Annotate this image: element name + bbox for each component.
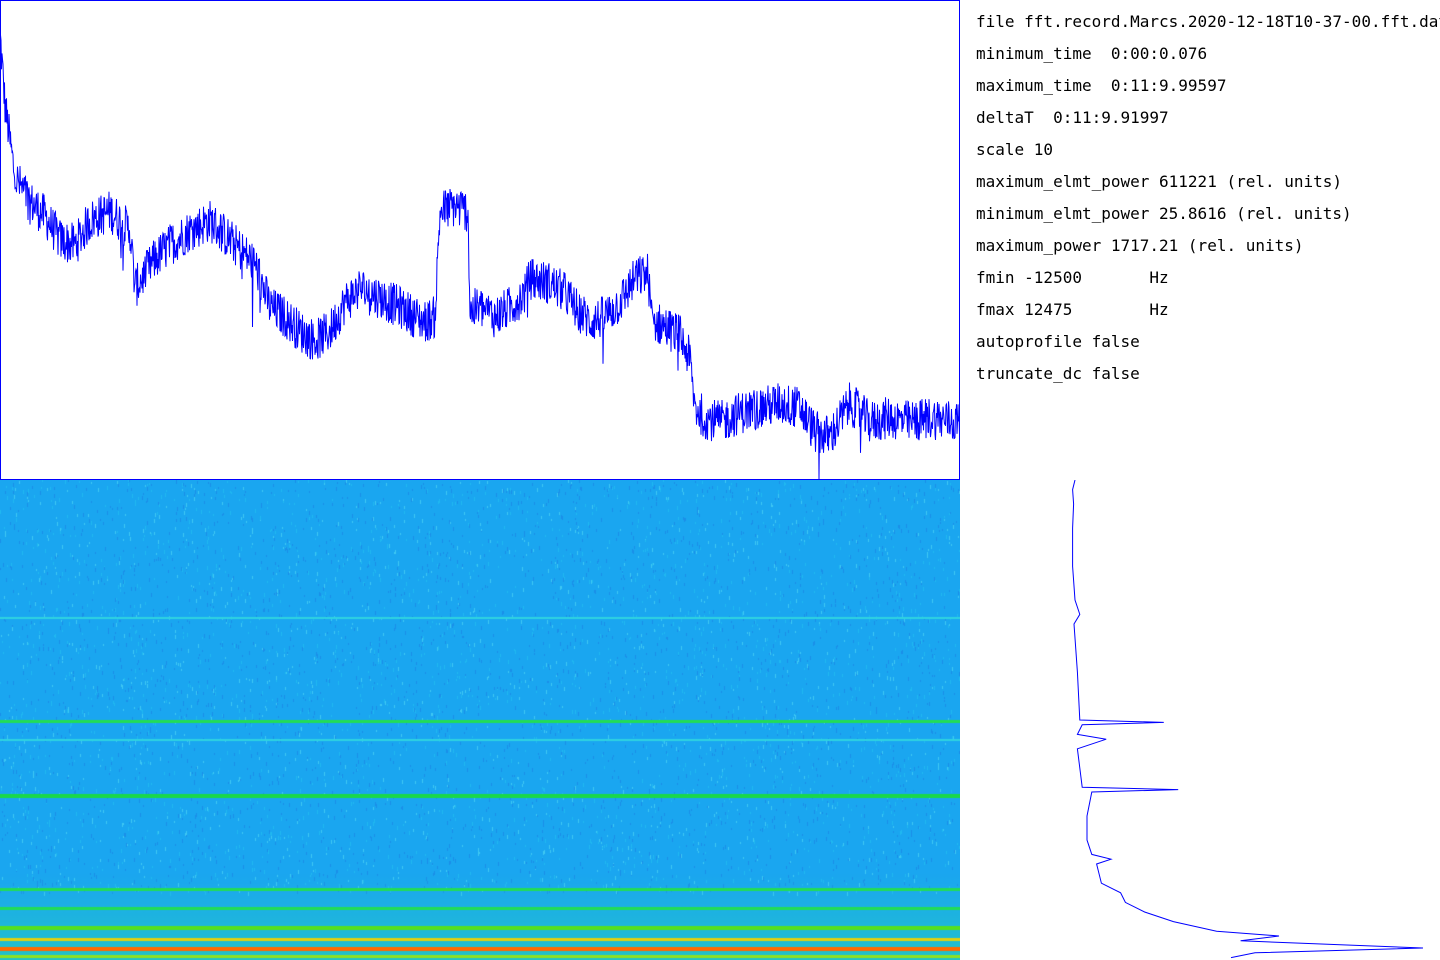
fmax-line: fmax 12475 Hz — [976, 300, 1169, 319]
delta-t-line: deltaT 0:11:9.91997 — [976, 108, 1169, 127]
file-line: file fft.record.Marcs.2020-12-18T10-37-0… — [976, 12, 1440, 31]
autoprofile-line: autoprofile false — [976, 332, 1140, 351]
total-power-chart — [0, 0, 960, 480]
frequency-profile-series-line — [1072, 480, 1424, 959]
fmin-line: fmin -12500 Hz — [976, 268, 1169, 287]
info-panel: file fft.record.Marcs.2020-12-18T10-37-0… — [976, 11, 1440, 391]
frequency-profile-chart — [1072, 480, 1424, 959]
scale-line: scale 10 — [976, 140, 1054, 159]
maximum-elmt-power-line: maximum_elmt_power 611221 (rel. units) — [976, 172, 1343, 191]
maximum-time-line: maximum_time 0:11:9.99597 — [976, 76, 1227, 95]
chart-frame — [0, 0, 960, 480]
spectrogram-waterfall — [0, 480, 960, 960]
minimum-elmt-power-line: minimum_elmt_power 25.8616 (rel. units) — [976, 204, 1352, 223]
maximum-power-line: maximum_power 1717.21 (rel. units) — [976, 236, 1304, 255]
truncate-dc-line: truncate_dc false — [976, 364, 1140, 383]
minimum-time-line: minimum_time 0:00:0.076 — [976, 44, 1208, 63]
